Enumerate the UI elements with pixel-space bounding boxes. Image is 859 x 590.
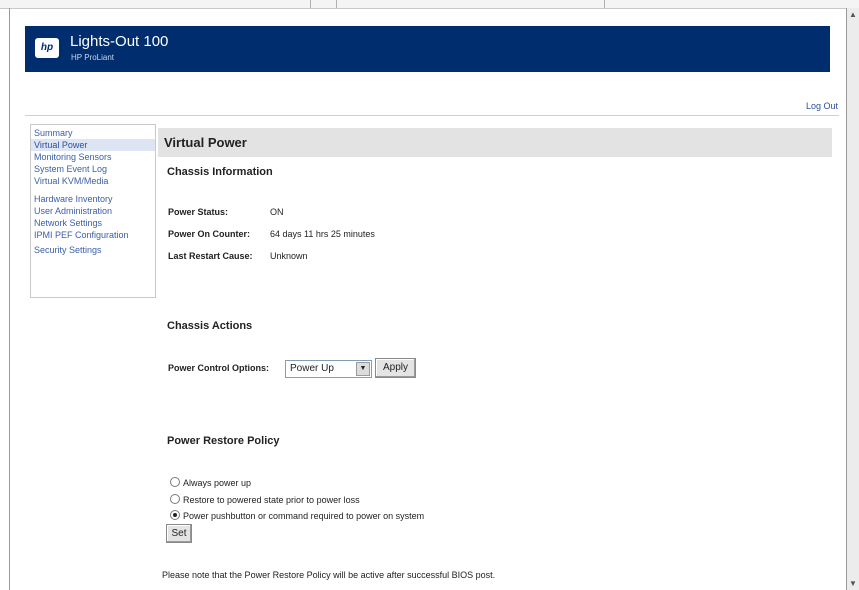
sidebar-nav: Summary Virtual Power Monitoring Sensors… [30,124,156,298]
power-control-selected-value: Power Up [290,363,334,374]
scroll-up-icon[interactable]: ▲ [849,10,857,19]
restore-option-label: Restore to powered state prior to power … [183,495,360,505]
restore-option-label: Power pushbutton or command required to … [183,511,425,521]
power-restore-policy-heading: Power Restore Policy [167,435,280,447]
sidebar-item-virtual-power[interactable]: Virtual Power [31,139,155,151]
frame-border-left [9,8,10,590]
top-divider [310,0,311,8]
sidebar-item-hardware-inventory[interactable]: Hardware Inventory [31,193,155,205]
vertical-scrollbar[interactable]: ▲ ▼ [847,8,859,590]
product-subtitle: HP ProLiant [71,53,114,62]
restore-policy-note: Please note that the Power Restore Polic… [162,570,496,580]
radio-button-selected[interactable] [170,510,180,520]
sidebar-item-virtual-kvm-media[interactable]: Virtual KVM/Media [31,175,155,187]
apply-button[interactable]: Apply [375,358,416,378]
top-divider [336,0,337,8]
power-on-counter-value: 64 days 11 hrs 25 minutes [270,229,375,239]
power-status-label: Power Status: [168,207,229,217]
last-restart-cause-value: Unknown [270,251,308,261]
top-divider [604,0,605,8]
chassis-actions-heading: Chassis Actions [167,320,253,332]
power-on-counter-label: Power On Counter: [168,229,251,239]
logout-link[interactable]: Log Out [806,101,838,111]
restore-option-always-power-up[interactable]: Always power up [170,477,251,488]
set-button[interactable]: Set [166,524,192,543]
restore-option-label: Always power up [183,478,252,488]
sidebar-item-summary[interactable]: Summary [31,127,155,139]
product-title: Lights-Out 100 [70,33,169,50]
page-title: Virtual Power [164,135,247,150]
restore-option-prior-state[interactable]: Restore to powered state prior to power … [170,494,360,505]
chevron-down-icon[interactable]: ▼ [356,362,370,376]
radio-button[interactable] [170,494,180,504]
sidebar-item-monitoring-sensors[interactable]: Monitoring Sensors [31,151,155,163]
sidebar-item-ipmi-pef-configuration[interactable]: IPMI PEF Configuration [31,229,155,241]
power-status-value: ON [270,207,284,217]
power-control-select[interactable]: Power Up ▼ [285,360,372,378]
chassis-info-heading: Chassis Information [167,166,273,178]
scroll-down-icon[interactable]: ▼ [849,579,857,588]
sidebar-item-user-administration[interactable]: User Administration [31,205,155,217]
top-strip [0,0,859,9]
hp-logo: hp [35,38,59,58]
sidebar-item-system-event-log[interactable]: System Event Log [31,163,155,175]
page-header-bar: Virtual Power [158,128,832,157]
header-banner: hp Lights-Out 100 HP ProLiant [25,26,830,72]
power-control-label: Power Control Options: [168,363,269,373]
sidebar-item-network-settings[interactable]: Network Settings [31,217,155,229]
last-restart-cause-label: Last Restart Cause: [168,251,253,261]
header-divider [25,115,839,116]
radio-button[interactable] [170,477,180,487]
sidebar-item-security-settings[interactable]: Security Settings [31,244,155,256]
restore-option-pushbutton-required[interactable]: Power pushbutton or command required to … [170,510,424,521]
